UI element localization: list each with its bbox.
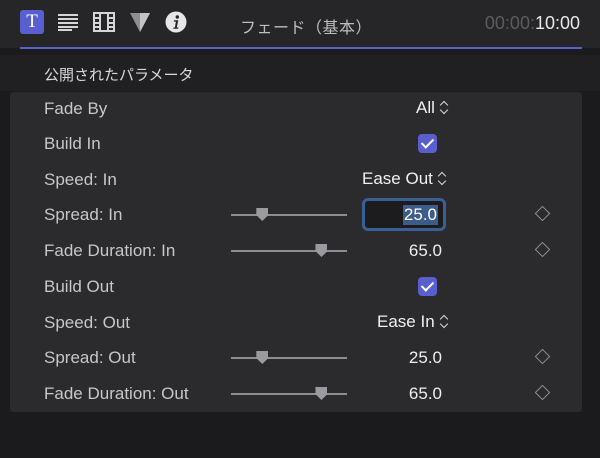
info-icon[interactable] <box>164 10 188 34</box>
spread-in-slider[interactable] <box>231 208 347 221</box>
param-label: Speed: In <box>44 170 117 189</box>
paragraph-icon[interactable] <box>56 10 80 34</box>
param-row-build-in: Build In <box>0 126 600 162</box>
slider-thumb[interactable] <box>256 351 269 364</box>
spread-in-value: 25.0 <box>402 205 438 225</box>
speed-out-popup[interactable]: Ease In <box>377 312 448 332</box>
keyframe-diamond-icon[interactable] <box>534 384 551 401</box>
keyframe-diamond-icon[interactable] <box>534 241 551 258</box>
param-label: Fade Duration: Out <box>44 384 189 403</box>
slider-thumb[interactable] <box>256 208 269 221</box>
spread-out-slider[interactable] <box>231 351 347 364</box>
timecode-hours-minutes: 00:00: <box>484 13 535 33</box>
section-title[interactable]: 公開されたパラメータ <box>44 64 194 85</box>
param-label: Build In <box>44 134 101 153</box>
param-label: Fade By <box>44 99 108 118</box>
build-out-checkbox[interactable] <box>418 277 437 296</box>
inspector-title: フェード（基本） <box>240 18 373 37</box>
chevron-updown-icon <box>438 172 446 186</box>
speed-in-value: Ease Out <box>362 169 433 188</box>
spread-out-value[interactable]: 25.0 <box>409 348 442 368</box>
fade-duration-out-value[interactable]: 65.0 <box>409 384 442 404</box>
param-label: Speed: Out <box>44 313 131 332</box>
param-row-fade-by: Fade By All <box>0 91 600 127</box>
param-row-build-out: Build Out <box>0 269 600 305</box>
speed-in-popup[interactable]: Ease Out <box>362 169 446 189</box>
param-label: Fade Duration: In <box>44 241 176 260</box>
param-row-speed-out: Speed: Out Ease In <box>0 305 600 341</box>
text-inspector-glyph: T <box>26 11 38 32</box>
paragraph-icon-graphic <box>58 14 78 31</box>
fade-by-value: All <box>416 98 435 117</box>
fade-by-popup[interactable]: All <box>416 98 448 118</box>
param-label: Spread: Out <box>44 348 136 367</box>
inspector-toolbar: T フェード（基本） 00:00:10:00 <box>0 0 600 48</box>
spread-in-value-field[interactable]: 25.0 <box>362 198 446 231</box>
keyframe-diamond-icon[interactable] <box>534 348 551 365</box>
keyframe-diamond-icon[interactable] <box>534 205 551 222</box>
speed-out-value: Ease In <box>377 312 435 331</box>
fade-duration-in-slider[interactable] <box>231 244 347 257</box>
param-label: Spread: In <box>44 205 123 224</box>
text-inspector-icon[interactable]: T <box>20 10 44 34</box>
build-in-checkbox[interactable] <box>418 134 437 153</box>
shape-icon[interactable] <box>128 10 152 34</box>
timecode-display: 00:00:10:00 <box>485 13 580 34</box>
shape-icon-graphic <box>130 13 150 32</box>
film-icon-graphic <box>93 12 115 32</box>
info-icon-graphic <box>165 11 187 33</box>
slider-thumb[interactable] <box>315 244 328 257</box>
chevron-updown-icon <box>440 101 448 115</box>
film-icon[interactable] <box>92 10 116 34</box>
timecode-seconds-frames: 10:00 <box>534 13 580 33</box>
param-row-spread-out: Spread: Out 25.0 <box>0 340 600 376</box>
param-row-fade-duration-in: Fade Duration: In 65.0 <box>0 233 600 269</box>
slider-thumb[interactable] <box>315 387 328 400</box>
chevron-updown-icon <box>440 315 448 329</box>
param-label: Build Out <box>44 277 114 296</box>
param-row-fade-duration-out: Fade Duration: Out 65.0 <box>0 376 600 412</box>
fade-duration-out-slider[interactable] <box>231 387 347 400</box>
active-tab-underline <box>20 47 582 49</box>
param-row-spread-in: Spread: In 25.0 <box>0 197 600 233</box>
param-row-speed-in: Speed: In Ease Out <box>0 162 600 198</box>
fade-duration-in-value[interactable]: 65.0 <box>409 241 442 261</box>
